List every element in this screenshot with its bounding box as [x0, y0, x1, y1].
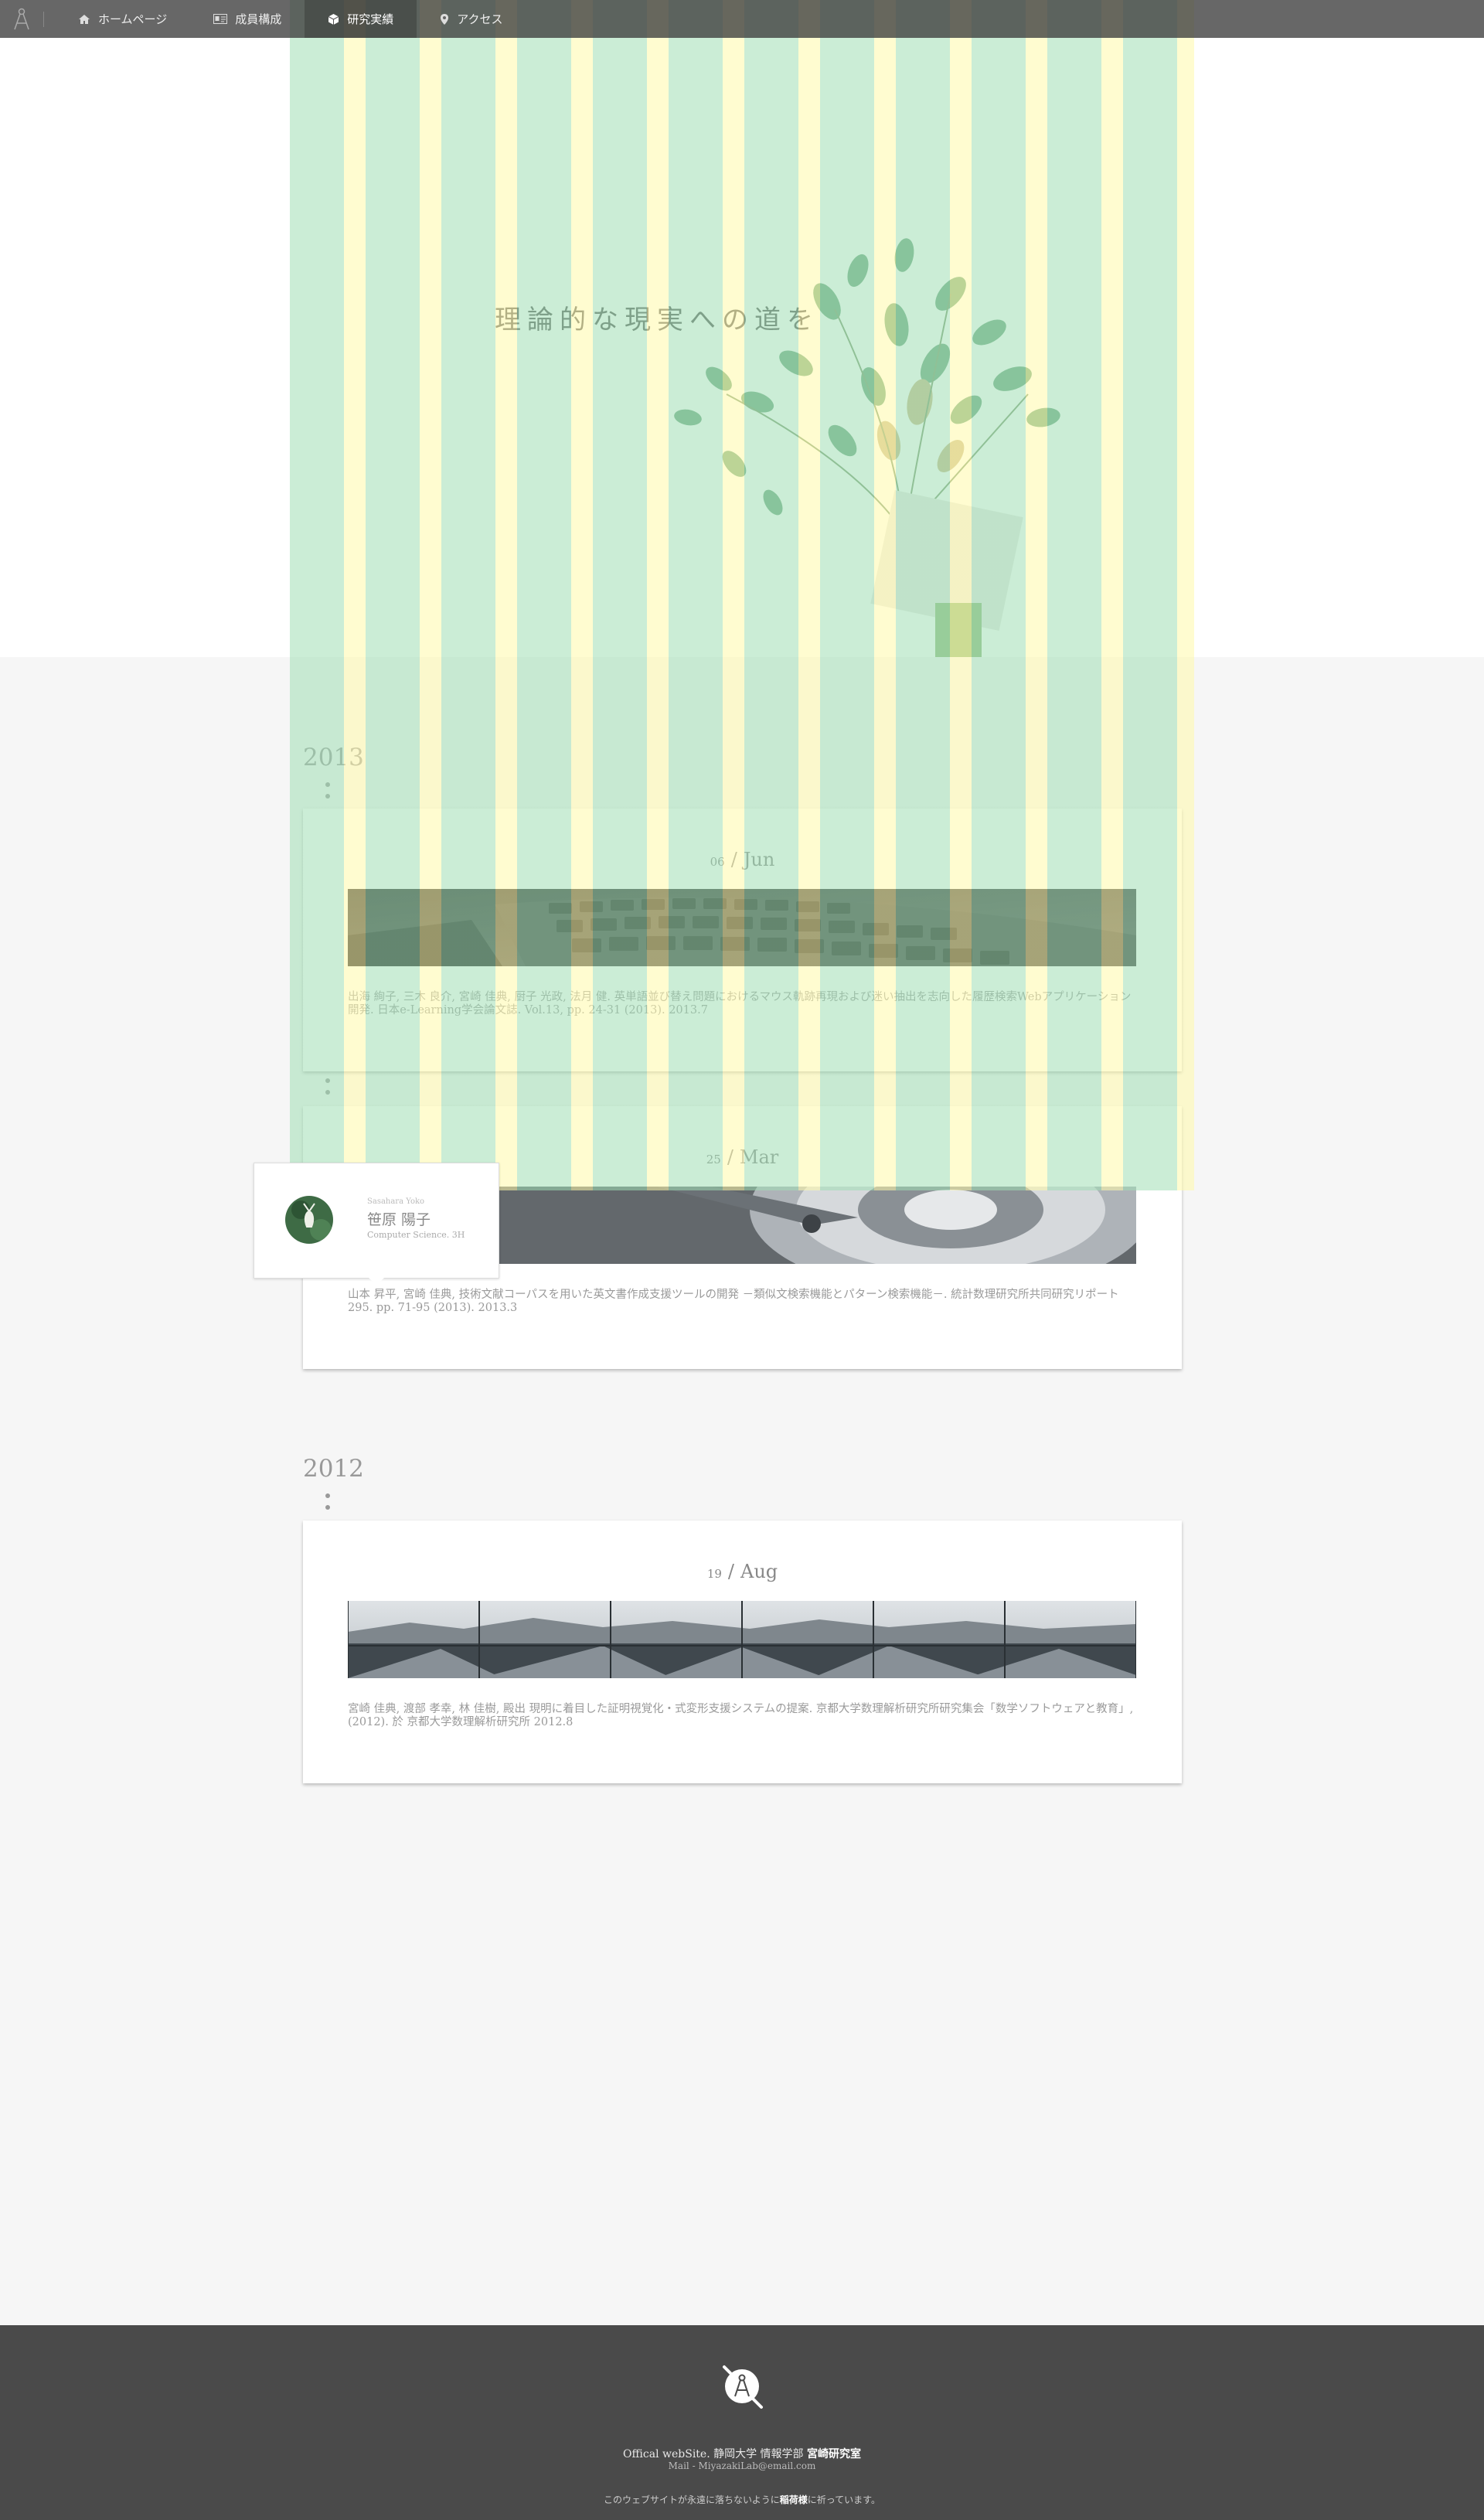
footer-site-info: Offical webSite. 静岡大学 情報学部 宮崎研究室 [0, 2446, 1484, 2461]
top-navbar: ホームページ 成員構成 研究実績 アクセス [0, 0, 1484, 38]
card-date: 19/Aug [706, 1561, 778, 1582]
nav-divider [43, 11, 44, 27]
member-profile-popup[interactable]: Sasahara Yoko 笹原 陽子 Computer Science. 3H [254, 1163, 499, 1286]
card-day: 19 [706, 1567, 722, 1581]
year-heading-2013: 2013 [303, 744, 364, 771]
card-day: 06 [710, 855, 725, 869]
home-icon [79, 14, 90, 24]
timeline-dots [325, 782, 330, 805]
card-date: 06/Jun [710, 849, 775, 870]
hero-section: 理論的な現実への道を [0, 0, 1484, 657]
nav-item-label: アクセス [457, 12, 503, 26]
map-marker-icon [441, 13, 449, 25]
card-month: Jun [743, 849, 775, 870]
publication-card[interactable]: 06/Jun 出海 絢子, 三木 良介, 宮崎 佳典, 厨子 光政, 法月 健.… [303, 809, 1182, 1071]
nav-item-research[interactable]: 研究実績 [305, 0, 417, 38]
site-logo[interactable] [0, 0, 43, 38]
card-month: Aug [740, 1561, 778, 1582]
card-day: 25 [706, 1153, 721, 1166]
footer-prayer-suffix: に祈っています。 [807, 2494, 880, 2505]
publication-citation: 出海 絢子, 三木 良介, 宮崎 佳典, 厨子 光政, 法月 健. 英単語並び替… [348, 991, 1132, 1017]
footer-mail[interactable]: Mail - MiyazakiLab@email.com [0, 2460, 1484, 2471]
nav-item-label: ホームページ [98, 12, 168, 26]
profile-name: 笹原 陽子 [367, 1211, 431, 1228]
publication-citation: 宮崎 佳典, 渡部 孝幸, 林 佳樹, 殿出 現明に着目した証明視覚化・式変形支… [348, 1703, 1134, 1728]
publication-citation: 山本 昇平, 宮崎 佳典, 技術文献コーパスを用いた英文書作成支援ツールの開発 … [348, 1289, 1119, 1314]
cube-icon [328, 13, 339, 25]
footer-prayer-bold: 稲荷様 [779, 2494, 808, 2505]
id-card-icon [213, 14, 228, 24]
footer-site-info-text: Offical webSite. 静岡大学 情報学部 [622, 2448, 808, 2460]
publication-card[interactable]: 19/Aug 宮崎 佳典, 渡部 孝幸, 林 佳樹, 殿出 現明に着目した証明視… [303, 1521, 1182, 1783]
timeline-dots [325, 1493, 330, 1517]
profile-roman-name: Sasahara Yoko [367, 1197, 425, 1206]
keyboard-photo [348, 889, 1136, 966]
card-month: Mar [739, 1146, 779, 1168]
footer-compass-logo-icon[interactable] [718, 2362, 766, 2410]
profile-department: Computer Science. 3H [367, 1230, 465, 1240]
footer-prayer: このウェブサイトが永遠に落ちないように稲荷様に祈っています。 [0, 2493, 1484, 2506]
nav-item-label: 成員構成 [235, 12, 282, 26]
avatar [285, 1196, 333, 1244]
nav-item-members[interactable]: 成員構成 [190, 0, 305, 38]
bouquet-image [674, 238, 1060, 657]
nav-item-access[interactable]: アクセス [417, 0, 526, 38]
year-heading-2012: 2012 [303, 1455, 364, 1483]
footer-prayer-text: このウェブサイトが永遠に落ちないように [604, 2494, 780, 2505]
nav-item-label: 研究実績 [347, 12, 394, 26]
glass-roof-photo [348, 1601, 1136, 1678]
footer-lab-name: 宮崎研究室 [807, 2448, 862, 2460]
site-footer: Offical webSite. 静岡大学 情報学部 宮崎研究室 Mail - … [0, 2325, 1484, 2520]
nav-item-home[interactable]: ホームページ [55, 0, 190, 38]
timeline-dots [325, 1078, 330, 1102]
compass-logo-icon [14, 8, 29, 29]
